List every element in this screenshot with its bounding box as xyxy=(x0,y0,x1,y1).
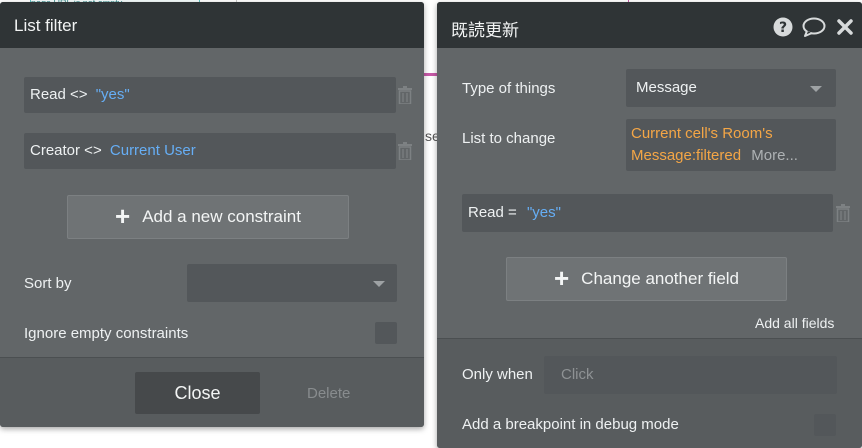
help-icon[interactable]: ? xyxy=(773,17,793,37)
panel-title: 既読更新 xyxy=(451,21,519,41)
trash-icon[interactable] xyxy=(398,86,412,104)
sort-by-label: Sort by xyxy=(24,275,72,292)
only-when-placeholder: Click xyxy=(561,366,594,383)
add-all-fields-link[interactable]: Add all fields xyxy=(755,315,834,331)
svg-text:?: ? xyxy=(779,20,787,36)
close-icon[interactable] xyxy=(836,18,854,36)
list-filter-panel: List filter Read <> "yes" Creator <> Cur… xyxy=(0,2,424,427)
change-another-field-label: Change another field xyxy=(581,269,740,288)
delete-button[interactable]: Delete xyxy=(307,385,350,402)
constraint-value[interactable]: Current User xyxy=(110,142,196,159)
sort-by-dropdown[interactable] xyxy=(187,264,397,302)
field-change-field: Read = xyxy=(468,204,517,221)
trash-icon[interactable] xyxy=(398,142,412,160)
close-button-label: Close xyxy=(174,382,221,403)
more-link[interactable]: More... xyxy=(751,147,798,164)
panel-titlebar[interactable]: List filter xyxy=(0,2,424,48)
chevron-down-icon xyxy=(810,86,822,92)
list-to-change-label: List to change xyxy=(462,130,556,147)
only-when-label: Only when xyxy=(462,366,533,383)
type-of-things-dropdown[interactable]: Message xyxy=(626,69,836,107)
field-change-value[interactable]: "yes" xyxy=(527,204,561,221)
change-another-field-button[interactable]: + Change another field xyxy=(506,257,787,301)
ignore-empty-label: Ignore empty constraints xyxy=(24,325,189,342)
plus-icon: + xyxy=(115,200,131,231)
panel-title: List filter xyxy=(14,16,78,35)
list-to-change-expression[interactable]: Current cell's Room's Message:filtered M… xyxy=(626,119,836,171)
breakpoint-label: Add a breakpoint in debug mode xyxy=(462,416,679,433)
constraint-field: Read <> xyxy=(30,86,88,103)
comment-icon[interactable] xyxy=(802,17,826,37)
background-accent-line xyxy=(424,73,437,76)
only-when-input[interactable]: Click xyxy=(544,356,837,394)
add-constraint-label: Add a new constraint xyxy=(142,207,301,226)
constraint-value[interactable]: "yes" xyxy=(96,86,130,103)
add-constraint-button[interactable]: + Add a new constraint xyxy=(67,195,349,239)
field-change-row[interactable]: Read = "yes" xyxy=(462,194,833,232)
expression-line: Message:filtered xyxy=(631,147,742,164)
close-button[interactable]: Close xyxy=(135,372,260,414)
constraint-row[interactable]: Creator <> Current User xyxy=(24,133,396,169)
background-partial-text: se xyxy=(425,128,437,144)
constraint-row[interactable]: Read <> "yes" xyxy=(24,77,396,113)
ignore-empty-checkbox[interactable] xyxy=(375,322,397,344)
chevron-down-icon xyxy=(373,281,385,287)
trash-icon[interactable] xyxy=(836,204,850,222)
breakpoint-checkbox[interactable] xyxy=(814,414,836,436)
plus-icon: + xyxy=(553,262,570,293)
expression-line: Current cell's Room's xyxy=(631,125,773,142)
panel-titlebar[interactable]: 既読更新 ? xyxy=(437,2,862,48)
workflow-action-panel: 既読更新 ? Type of things Message List to ch… xyxy=(437,2,862,448)
type-of-things-value: Message xyxy=(636,79,697,96)
constraint-field: Creator <> xyxy=(30,142,102,159)
type-of-things-label: Type of things xyxy=(462,80,556,97)
